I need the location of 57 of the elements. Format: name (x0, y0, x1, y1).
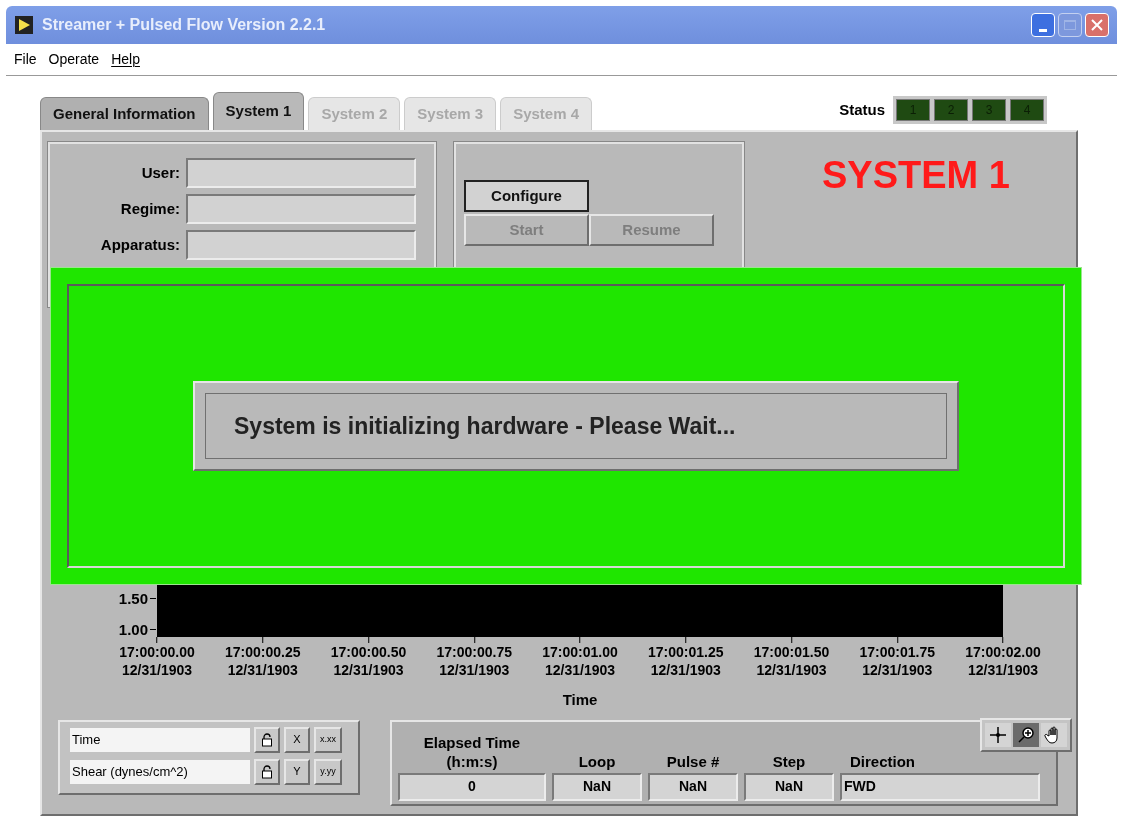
x-tick-label: 17:00:01.00 12/31/1903 (542, 643, 618, 679)
field-label: Regime: (120, 198, 180, 219)
x-tick-label: 17:00:00.50 12/31/1903 (330, 643, 407, 679)
y-tick-label: 1.50 (118, 591, 148, 606)
crosshair-icon (988, 724, 1008, 745)
tab[interactable]: General Information (40, 97, 209, 130)
axis-scale-button[interactable]: X (284, 726, 310, 753)
padlock-icon (261, 732, 273, 747)
text-field[interactable] (186, 230, 416, 260)
tool-button[interactable] (1013, 722, 1039, 747)
field-label: Apparatus: (100, 234, 180, 255)
readout-label: Elapsed Time (h:m:s) (423, 732, 521, 771)
y-tick-label: 1.00 (118, 622, 148, 637)
plot-name-field[interactable]: Time (70, 727, 250, 752)
readout-label: Loop (578, 751, 616, 771)
readout-value: NaN (552, 772, 642, 801)
window-title: Streamer + Pulsed Flow Version 2.2.1 (42, 15, 326, 35)
text-field[interactable] (186, 194, 416, 224)
close-button[interactable] (1085, 13, 1109, 37)
plot-name-field[interactable]: Shear (dynes/cm^2) (70, 759, 250, 784)
readout-label: Step (772, 751, 806, 771)
lock-button[interactable] (254, 758, 280, 785)
readout-value: NaN (648, 772, 738, 801)
x-tick-label: 17:00:00.00 12/31/1903 (119, 643, 195, 679)
readout-value: NaN (744, 772, 834, 801)
x-tick-label: 17:00:01.50 12/31/1903 (753, 643, 830, 679)
x-tick-label: 17:00:00.25 12/31/1903 (225, 643, 301, 679)
tab[interactable]: System 1 (212, 92, 305, 130)
axis-scale-button[interactable]: Y (284, 758, 310, 785)
app-icon (14, 15, 34, 35)
readout-label: Direction (850, 751, 915, 771)
zoom-icon (1016, 724, 1036, 745)
x-axis-title: Time (562, 690, 598, 710)
format-button[interactable]: x.xx (314, 726, 342, 753)
readout-label: Pulse # (666, 751, 720, 771)
close-icon (1090, 18, 1104, 32)
control-button[interactable]: Configure (464, 180, 589, 212)
menu-item[interactable]: Help (111, 49, 140, 70)
minimize-button[interactable] (1031, 13, 1055, 37)
system-title: SYSTEM 1 (822, 156, 1010, 198)
padlock-icon (261, 764, 273, 779)
x-tick-label: 17:00:01.25 12/31/1903 (648, 643, 724, 679)
status-message: System is initializing hardware - Please Wait... (234, 411, 736, 441)
tool-button[interactable] (1041, 722, 1067, 747)
lock-button[interactable] (254, 726, 280, 753)
x-tick-label: 17:00:01.75 12/31/1903 (859, 643, 935, 679)
field-label: User: (141, 162, 180, 183)
status-label: Status (839, 99, 885, 120)
text-field[interactable] (186, 158, 416, 188)
x-tick-label: 17:00:00.75 12/31/1903 (436, 643, 512, 679)
menu-item[interactable]: File (14, 49, 37, 70)
readout-value: FWD (840, 772, 1040, 801)
tool-button[interactable] (985, 722, 1011, 747)
x-tick-label: 17:00:02.00 12/31/1903 (965, 643, 1041, 679)
format-button[interactable]: y.yy (314, 758, 342, 785)
menu-item[interactable]: Operate (48, 49, 100, 70)
readout-value: 0 (398, 772, 546, 801)
